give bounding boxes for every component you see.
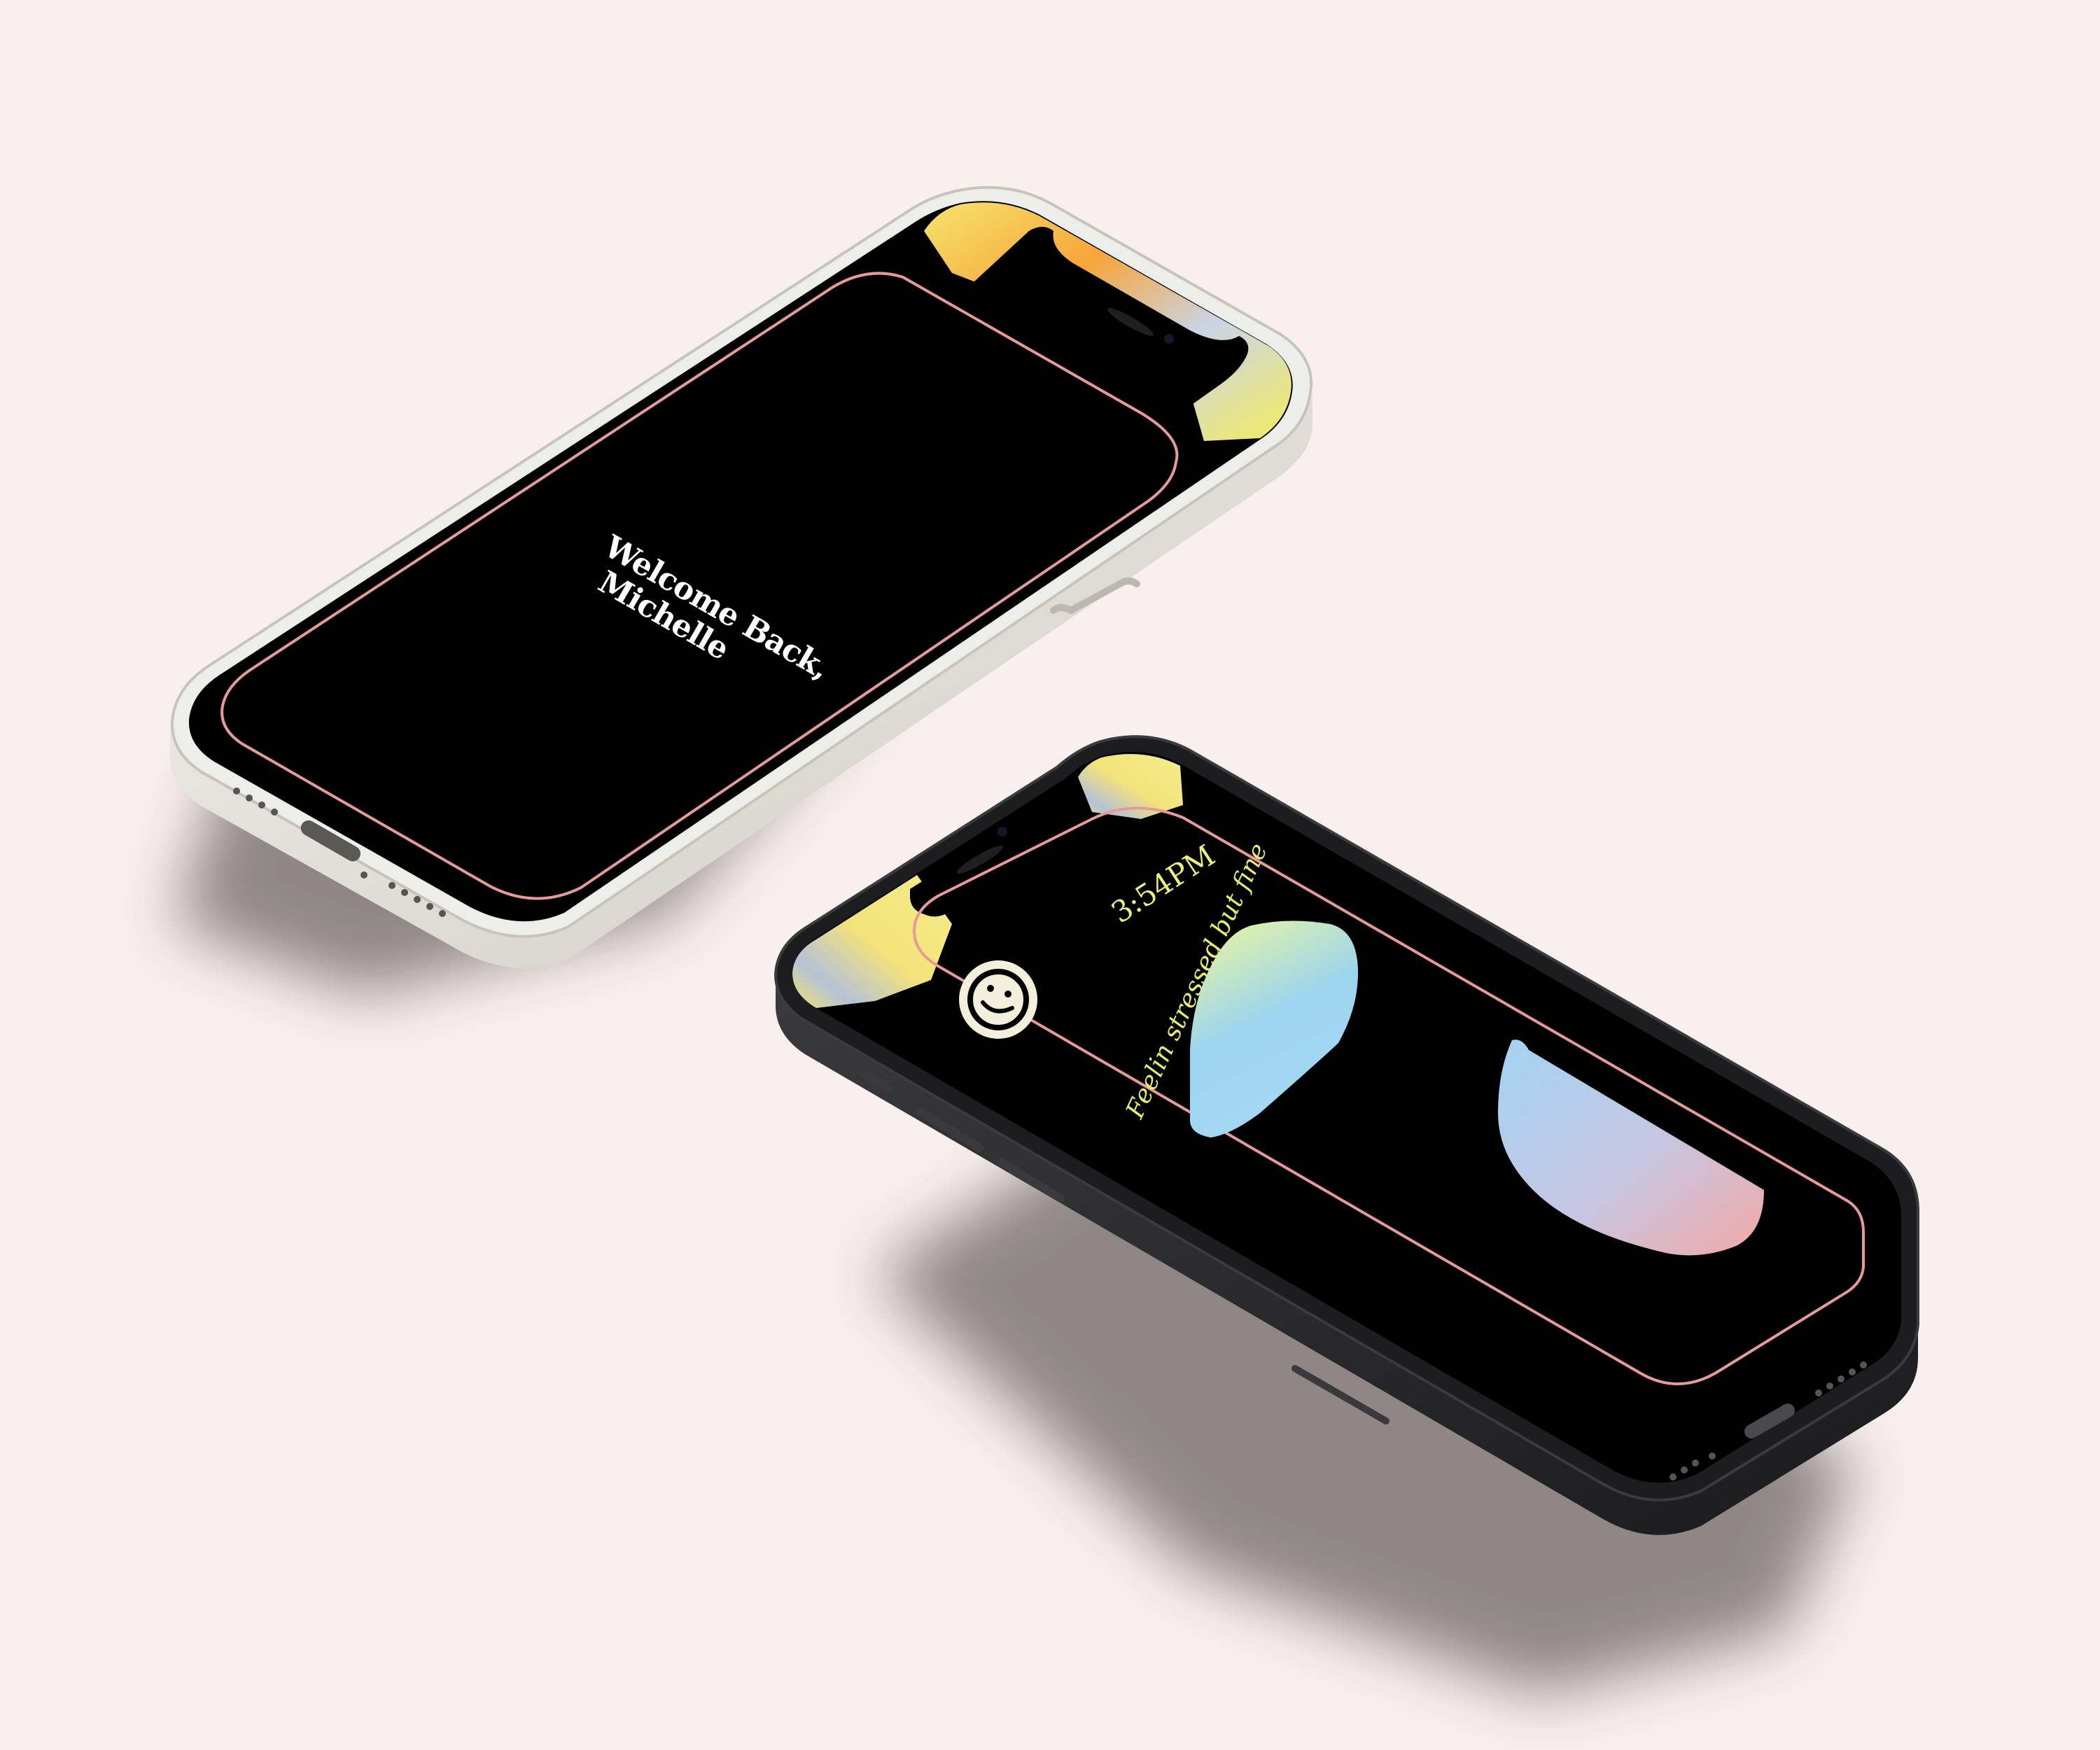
- front-camera-icon: [1164, 334, 1174, 344]
- smiley-face-icon[interactable]: [959, 960, 1037, 1039]
- mockup-scene: Welcome Back, Michelle 3:54PM Feelin str…: [170, 186, 1919, 1694]
- front-camera-icon: [997, 827, 1007, 836]
